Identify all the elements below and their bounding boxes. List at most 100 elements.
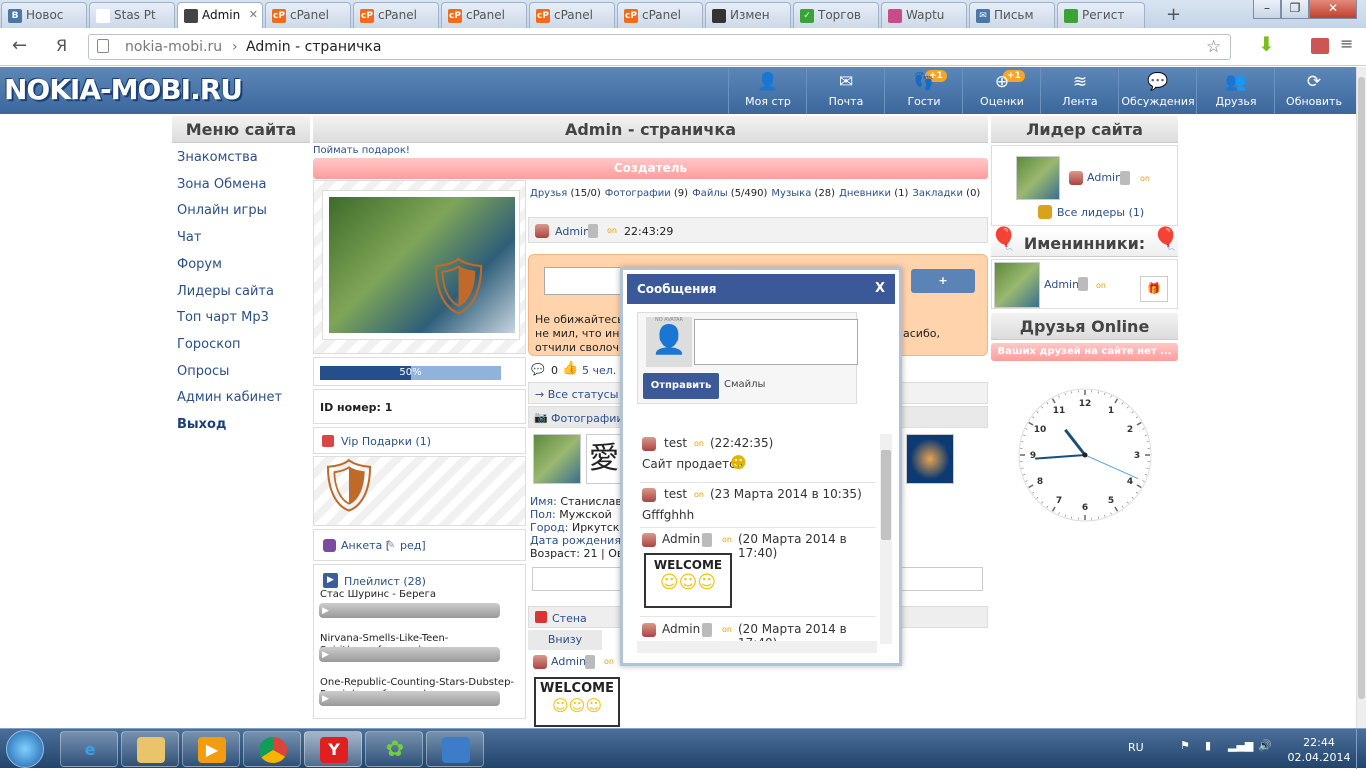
scrollbar-thumb[interactable]: [1358, 77, 1365, 699]
show-desktop-button[interactable]: [1356, 729, 1366, 769]
menu-item[interactable]: Онлайн игры: [177, 203, 267, 218]
media-taskbar-button[interactable]: ▶: [182, 731, 240, 767]
photo-thumb[interactable]: 愛: [586, 434, 622, 484]
nav-footprints[interactable]: 👣Гости+1: [884, 67, 962, 114]
browser-tab[interactable]: cPcPanel: [529, 2, 615, 28]
audio-player[interactable]: ▶: [319, 647, 500, 662]
menu-item[interactable]: Форум: [177, 257, 222, 272]
menu-item[interactable]: Опросы: [177, 364, 229, 379]
tray-flag-icon[interactable]: ⚑: [1180, 739, 1190, 752]
menu-item[interactable]: Выход: [177, 417, 226, 432]
profile-tab[interactable]: Фотографии (9): [605, 188, 688, 199]
play-icon[interactable]: ▶: [322, 694, 329, 704]
yandex-taskbar-button[interactable]: Y: [304, 731, 362, 767]
catch-gift-link[interactable]: Поймать подарок!: [313, 145, 410, 156]
vip-gifts-link[interactable]: Vip Подарки (1): [341, 435, 431, 448]
browser-tab[interactable]: Stas Pt: [89, 2, 175, 28]
icq-taskbar-button[interactable]: ✿: [365, 731, 423, 767]
audio-player[interactable]: ▶: [319, 603, 500, 618]
profile-tab[interactable]: Музыка (28): [771, 188, 835, 199]
browser-tab[interactable]: Измен: [705, 2, 791, 28]
all-leaders-link[interactable]: Все лидеры (1): [1057, 206, 1144, 219]
menu-item[interactable]: Админ кабинет: [177, 390, 282, 405]
menu-item[interactable]: Лидеры сайта: [177, 284, 274, 299]
nav-friends[interactable]: 👥Друзья: [1196, 67, 1274, 114]
star-icon[interactable]: ☆: [1206, 37, 1221, 57]
message-textarea[interactable]: [694, 319, 858, 365]
dialog-close-button[interactable]: X: [875, 274, 885, 304]
browser-tab[interactable]: Waptu: [881, 2, 967, 28]
chrome-taskbar-button[interactable]: [243, 731, 301, 767]
tray-signal-icon[interactable]: ▂▄▆: [1228, 739, 1253, 752]
status-add-button[interactable]: +: [911, 269, 975, 293]
browser-tab[interactable]: ✓Торгов: [793, 2, 879, 28]
browser-tab[interactable]: Регист: [1057, 2, 1145, 28]
new-tab-button[interactable]: +: [1166, 4, 1181, 25]
menu-item[interactable]: Топ чарт Мр3: [177, 310, 269, 325]
tray-power-icon[interactable]: ▮: [1205, 739, 1211, 752]
browser-tab[interactable]: cPcPanel: [353, 2, 439, 28]
like-people-link[interactable]: 5 чел.: [582, 364, 616, 377]
start-button[interactable]: [6, 730, 44, 768]
sender-name[interactable]: Admin: [662, 532, 700, 546]
status-user[interactable]: Admin: [555, 225, 590, 238]
anketa-link[interactable]: Анкета [: [341, 539, 390, 552]
profile-tab[interactable]: Файлы (5/490): [692, 188, 767, 199]
profile-tab[interactable]: Дневники (1): [839, 188, 908, 199]
explorer-taskbar-button[interactable]: [121, 731, 179, 767]
birthday-photo[interactable]: [994, 262, 1040, 308]
download-icon[interactable]: ⬇: [1258, 32, 1275, 56]
nav-rating[interactable]: ⊕Оценки: [962, 67, 1040, 114]
play-icon[interactable]: ▶: [322, 650, 329, 660]
language-indicator[interactable]: RU: [1128, 741, 1144, 754]
menu-item[interactable]: Чат: [177, 230, 201, 245]
nav-discussion[interactable]: 💬Обсуждения: [1118, 67, 1196, 114]
sender-name[interactable]: Admin: [662, 622, 700, 636]
nav-user[interactable]: 👤Моя стр: [728, 67, 806, 114]
photo-viewer-taskbar-button[interactable]: [426, 731, 484, 767]
menu-item[interactable]: Зона Обмена: [177, 177, 266, 192]
send-button[interactable]: Отправить: [643, 373, 719, 399]
leader-photo[interactable]: [1016, 156, 1060, 200]
ie-taskbar-button[interactable]: e: [60, 731, 118, 767]
browser-tab[interactable]: cPcPanel: [617, 2, 703, 28]
browser-tab[interactable]: Admin✕: [177, 2, 263, 29]
nav-mail[interactable]: ✉Почта+1: [806, 67, 884, 114]
menu-icon[interactable]: ≡: [1340, 34, 1353, 53]
dialog-scrollbar[interactable]: [880, 434, 892, 644]
tray-volume-icon[interactable]: 🔊: [1258, 739, 1272, 752]
site-logo[interactable]: NOKIA-MOBI.RU: [4, 73, 242, 106]
wall-user[interactable]: Admin: [551, 655, 586, 668]
menu-item[interactable]: Знакомства: [177, 150, 258, 165]
browser-tab[interactable]: ✉Письм: [969, 2, 1055, 28]
nav-refresh[interactable]: ⟳Обновить: [1274, 67, 1352, 114]
anketa-edit-link[interactable]: ред]: [400, 539, 426, 552]
browser-tab[interactable]: cPcPanel: [265, 2, 351, 28]
smiles-link[interactable]: Смайлы: [724, 379, 765, 390]
extension-icon[interactable]: [1311, 38, 1329, 54]
menu-item[interactable]: Гороскоп: [177, 337, 241, 352]
leader-user[interactable]: Admin: [1087, 171, 1122, 184]
profile-photo[interactable]: 🛡: [322, 190, 520, 340]
nav-rss[interactable]: ≋Лента: [1040, 67, 1118, 114]
url-field[interactable]: nokia-mobi.ru › Admin - страничка ☆: [88, 34, 1231, 60]
back-icon[interactable]: ←: [12, 35, 27, 56]
comment-icon[interactable]: 💬: [531, 363, 545, 376]
maximize-button[interactable]: ❐: [1281, 0, 1309, 19]
minimize-button[interactable]: –: [1253, 0, 1281, 19]
gift-box-icon[interactable]: 🎁: [1140, 276, 1168, 302]
page-scrollbar[interactable]: [1356, 67, 1366, 728]
audio-player[interactable]: ▶: [319, 691, 500, 706]
bday-user[interactable]: Admin: [1044, 278, 1079, 291]
play-icon[interactable]: ▶: [322, 606, 329, 616]
close-window-button[interactable]: ✕: [1309, 0, 1357, 19]
sword-shield-gift-icon[interactable]: 🛡: [316, 455, 382, 516]
photo-thumb[interactable]: [533, 434, 581, 484]
photos-link[interactable]: Фотографии: [551, 412, 624, 425]
profile-tab[interactable]: Закладки (0): [912, 188, 980, 199]
profile-tab[interactable]: Друзья (15/0): [530, 188, 601, 199]
playlist-link[interactable]: Плейлист (28): [344, 575, 426, 588]
sender-name[interactable]: test: [664, 487, 687, 501]
all-statuses-link[interactable]: → Все статусы (: [535, 388, 626, 401]
system-clock[interactable]: 22:44 02.04.2014: [1284, 735, 1354, 765]
